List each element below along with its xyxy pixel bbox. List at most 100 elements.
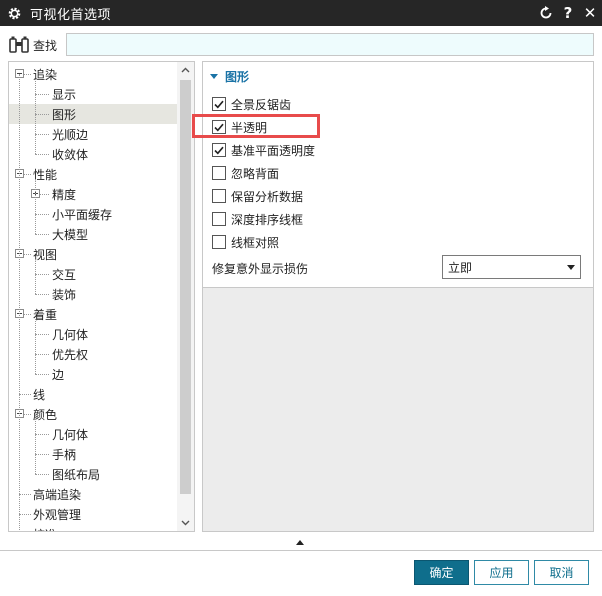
tree-connector [35, 334, 49, 335]
tree-item-label: 小平面缓存 [52, 208, 113, 222]
tree-item-label: 优先权 [52, 348, 89, 362]
fix-display-select[interactable]: 立即 [442, 255, 581, 279]
tree-item-label: 外观管理 [33, 508, 82, 522]
tree-connector [35, 154, 49, 155]
checkbox-checked-icon[interactable] [212, 143, 226, 157]
checkbox-unchecked-icon[interactable] [212, 166, 226, 180]
apply-button[interactable]: 应用 [474, 560, 529, 585]
tree-item-label: 几何体 [52, 428, 89, 442]
tree-item-label: 精度 [52, 188, 77, 202]
tree-item-label: 显示 [52, 88, 77, 102]
tree-item-label: 高端追染 [33, 488, 82, 502]
tree-connector [19, 514, 31, 515]
tree-scrollbar[interactable] [177, 62, 194, 531]
tree-item-label: 线 [33, 388, 46, 402]
group-title: 图形 [225, 70, 250, 84]
tree-item-label: 追染 [33, 68, 58, 82]
tree-guide [35, 259, 36, 294]
tree-item-label: 装饰 [52, 288, 77, 302]
close-button[interactable]: ✕ [580, 3, 600, 23]
fix-display-value: 立即 [448, 260, 473, 275]
group-header[interactable]: 图形 [210, 68, 249, 85]
scroll-down-icon[interactable] [177, 515, 194, 531]
option-checkbox[interactable]: 保留分析数据 [212, 187, 303, 205]
checkbox-label: 半透明 [231, 120, 268, 135]
collapse-arrow-icon[interactable] [210, 74, 218, 79]
tree-guide [19, 74, 20, 531]
tree-connector [35, 354, 49, 355]
checkbox-unchecked-icon[interactable] [212, 189, 226, 203]
find-input[interactable] [66, 33, 594, 56]
reset-icon[interactable] [536, 3, 556, 23]
tree-item-label: 着重 [33, 308, 58, 322]
tree-item-label: 校准 [33, 526, 57, 531]
tree-item-label: 光顺边 [52, 128, 89, 142]
scroll-thumb[interactable] [180, 80, 191, 494]
tree-guide [35, 419, 36, 474]
expand-up-icon[interactable] [296, 540, 304, 545]
divider [0, 550, 602, 551]
tree-connector [35, 234, 49, 235]
tree-item-label: 性能 [33, 168, 58, 182]
graphics-group: 图形 全景反锯齿半透明基准平面透明度 忽略背面保留分析数据 深度排序线框 线框对照 修… [203, 62, 593, 288]
checkbox-checked-icon[interactable] [212, 97, 226, 111]
tree-guide [35, 319, 36, 374]
tree-item-label: 颜色 [33, 408, 58, 422]
checkbox-label: 忽略背面 [231, 166, 280, 181]
tree-connector [35, 294, 49, 295]
checkbox-unchecked-icon[interactable] [212, 212, 226, 226]
tree-item-label: 收敛体 [52, 148, 89, 162]
title-bar: 可视化首选项 ? ✕ [0, 0, 602, 26]
tree-connector [35, 474, 49, 475]
tree-guide [35, 79, 36, 154]
option-checkbox[interactable]: 深度排序线框 [212, 210, 303, 228]
tree-connector [35, 454, 49, 455]
option-checkbox[interactable]: 基准平面透明度 [212, 141, 315, 159]
tree-connector [35, 274, 49, 275]
tree-connector [35, 134, 49, 135]
tree-connector [35, 434, 49, 435]
ok-button[interactable]: 确定 [414, 560, 469, 585]
cancel-button[interactable]: 取消 [534, 560, 589, 585]
checkbox-label: 深度排序线框 [231, 212, 304, 227]
fix-display-label: 修复意外显示损伤 [212, 262, 309, 276]
tree-item[interactable]: 高端追染 [9, 484, 177, 504]
tree-item-label: 图形 [52, 108, 77, 122]
tree-item-label: 手柄 [52, 448, 77, 462]
checkbox-label: 全景反锯齿 [231, 97, 292, 112]
tree-connector [35, 94, 49, 95]
checkbox-label: 保留分析数据 [231, 189, 304, 204]
tree-connector [19, 494, 31, 495]
tree-item-label: 大模型 [52, 228, 89, 242]
option-checkbox[interactable]: 半透明 [212, 118, 267, 136]
category-tree: 追染 显示 图形 光顺边 收敛体 性能 精度 小平面缓存 大模型 视图 交互 装饰 着重 几何体 优先权边线… [8, 61, 195, 532]
find-label: 查找 [33, 38, 58, 53]
gear-icon [6, 5, 22, 21]
binoculars-icon [8, 34, 30, 56]
tree-item[interactable]: 线 [9, 384, 177, 404]
checkbox-checked-icon[interactable] [212, 120, 226, 134]
tree-guide [35, 179, 36, 234]
tree-connector [35, 374, 49, 375]
option-checkbox[interactable]: 忽略背面 [212, 164, 279, 182]
checkbox-label: 基准平面透明度 [231, 143, 316, 158]
option-checkbox[interactable]: 线框对照 [212, 233, 279, 251]
window-title: 可视化首选项 [30, 7, 112, 23]
tree-connector [19, 394, 31, 395]
tree-connector [35, 214, 49, 215]
chevron-down-icon [567, 265, 575, 270]
scroll-up-icon[interactable] [177, 62, 194, 78]
checkbox-unchecked-icon[interactable] [212, 235, 226, 249]
settings-pane: 图形 全景反锯齿半透明基准平面透明度 忽略背面保留分析数据 深度排序线框 线框对照 修… [202, 61, 594, 532]
tree-item-label: 边 [52, 368, 65, 382]
tree-item-label: 图纸布局 [52, 468, 101, 482]
option-checkbox[interactable]: 全景反锯齿 [212, 95, 291, 113]
checkbox-label: 线框对照 [231, 235, 280, 250]
find-bar: 查找 [8, 33, 594, 57]
tree-connector [35, 114, 49, 115]
tree-item-label: 几何体 [52, 328, 89, 342]
tree-item[interactable]: 外观管理 [9, 504, 177, 524]
tree-item-label: 交互 [52, 268, 77, 282]
help-button[interactable]: ? [558, 3, 578, 23]
tree-item[interactable]: 校准 [9, 524, 177, 531]
